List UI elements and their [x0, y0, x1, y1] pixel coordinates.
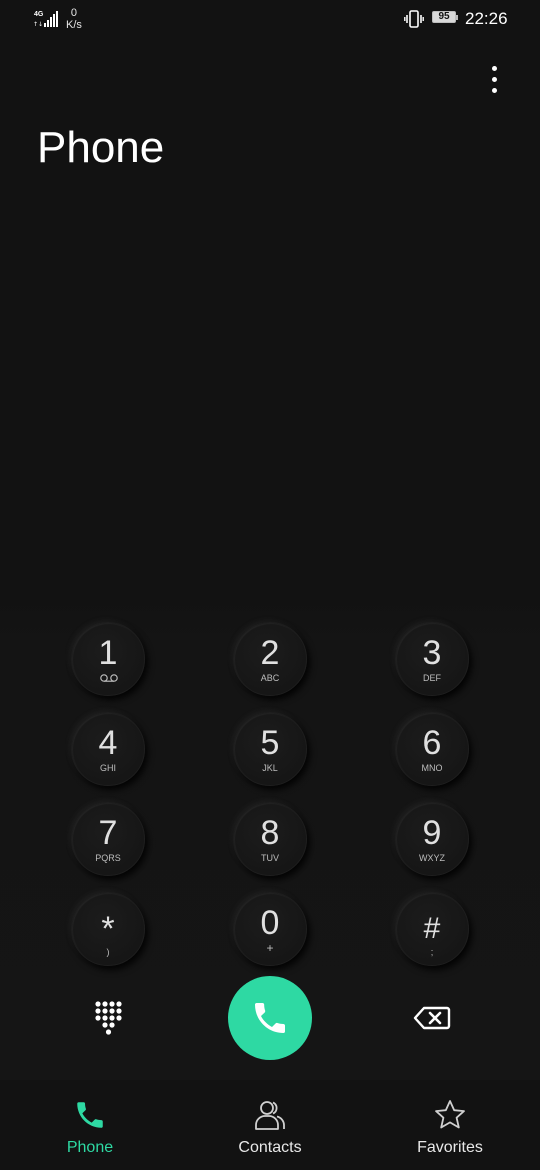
dial-key-2[interactable]: 2 ABC	[233, 622, 307, 696]
dial-key-digit: #	[423, 912, 441, 945]
dial-key-letters: DEF	[423, 673, 441, 683]
dialpad-icon[interactable]	[93, 1000, 123, 1036]
dial-key-letters: JKL	[262, 763, 278, 773]
network-speed: 0 K/s	[66, 7, 82, 31]
network-speed-value: 0	[70, 7, 78, 19]
dial-key-digit: 4	[98, 724, 118, 762]
vibrate-icon	[404, 10, 424, 28]
page-title: Phone	[37, 123, 165, 172]
dial-key-digit: 1	[98, 634, 118, 672]
nav-item-favorites[interactable]: Favorites	[390, 1090, 510, 1170]
dial-key-digit: 7	[98, 814, 118, 852]
nav-label: Contacts	[238, 1139, 302, 1156]
dial-key-letters: )	[106, 947, 110, 957]
battery-icon: 95	[432, 11, 460, 25]
dial-key-letters: ABC	[260, 673, 280, 683]
signal-strength-icon: ↑↓	[33, 11, 58, 28]
dial-key-1[interactable]: 1	[71, 622, 145, 696]
dial-key-digit: *	[101, 910, 115, 948]
network-speed-unit: K/s	[66, 19, 82, 31]
dial-key-0[interactable]: 0 +	[233, 892, 307, 966]
dial-key-6[interactable]: 6 MNO	[395, 712, 469, 786]
dial-key-letters: MNO	[421, 763, 443, 773]
phone-icon	[255, 1003, 285, 1033]
more-vert-icon	[492, 66, 497, 71]
status-bar: 4G ↑↓ 0 K/s 95 22:26	[0, 0, 540, 40]
clock: 22:26	[465, 9, 508, 28]
contacts-icon	[255, 1101, 285, 1130]
dial-key-letters: PQRS	[95, 853, 121, 863]
voicemail-icon	[100, 674, 118, 682]
more-vert-icon-dot	[492, 88, 497, 93]
more-options-button[interactable]	[480, 62, 510, 98]
dial-key-digit: 5	[260, 724, 280, 762]
battery-level: 95	[438, 11, 450, 22]
star-icon	[435, 1100, 465, 1129]
dial-key-letters: TUV	[261, 853, 279, 863]
more-vert-icon-dot	[492, 77, 497, 82]
dial-key-letters: GHI	[99, 763, 116, 773]
nav-item-phone[interactable]: Phone	[30, 1090, 150, 1170]
backspace-icon[interactable]	[413, 1006, 451, 1030]
svg-text:↑↓: ↑↓	[33, 21, 43, 28]
dial-key-3[interactable]: 3 DEF	[395, 622, 469, 696]
call-button[interactable]	[228, 976, 312, 1060]
dial-key-digit: 0	[260, 904, 280, 942]
bottom-nav: Phone Contacts Favorites	[0, 1090, 540, 1170]
phone-icon	[77, 1102, 103, 1128]
nav-item-contacts[interactable]: Contacts	[210, 1090, 330, 1170]
dial-key-8[interactable]: 8 TUV	[233, 802, 307, 876]
dial-key-star[interactable]: * )	[71, 892, 145, 966]
dial-key-hash[interactable]: # ;	[395, 892, 469, 966]
dial-key-9[interactable]: 9 WXYZ	[395, 802, 469, 876]
dial-key-letters: ;	[430, 947, 434, 957]
dial-key-letters: WXYZ	[419, 853, 445, 863]
dial-key-7[interactable]: 7 PQRS	[71, 802, 145, 876]
dial-key-digit: 6	[422, 724, 442, 762]
dial-key-4[interactable]: 4 GHI	[71, 712, 145, 786]
nav-label: Favorites	[417, 1139, 483, 1156]
nav-label: Phone	[66, 1139, 114, 1156]
dial-key-5[interactable]: 5 JKL	[233, 712, 307, 786]
dial-key-digit: 8	[260, 814, 280, 852]
dial-key-digit: 2	[260, 634, 280, 672]
dial-key-digit: 9	[422, 814, 442, 852]
dial-key-digit: 3	[422, 634, 442, 672]
dial-key-letters: +	[266, 941, 274, 955]
